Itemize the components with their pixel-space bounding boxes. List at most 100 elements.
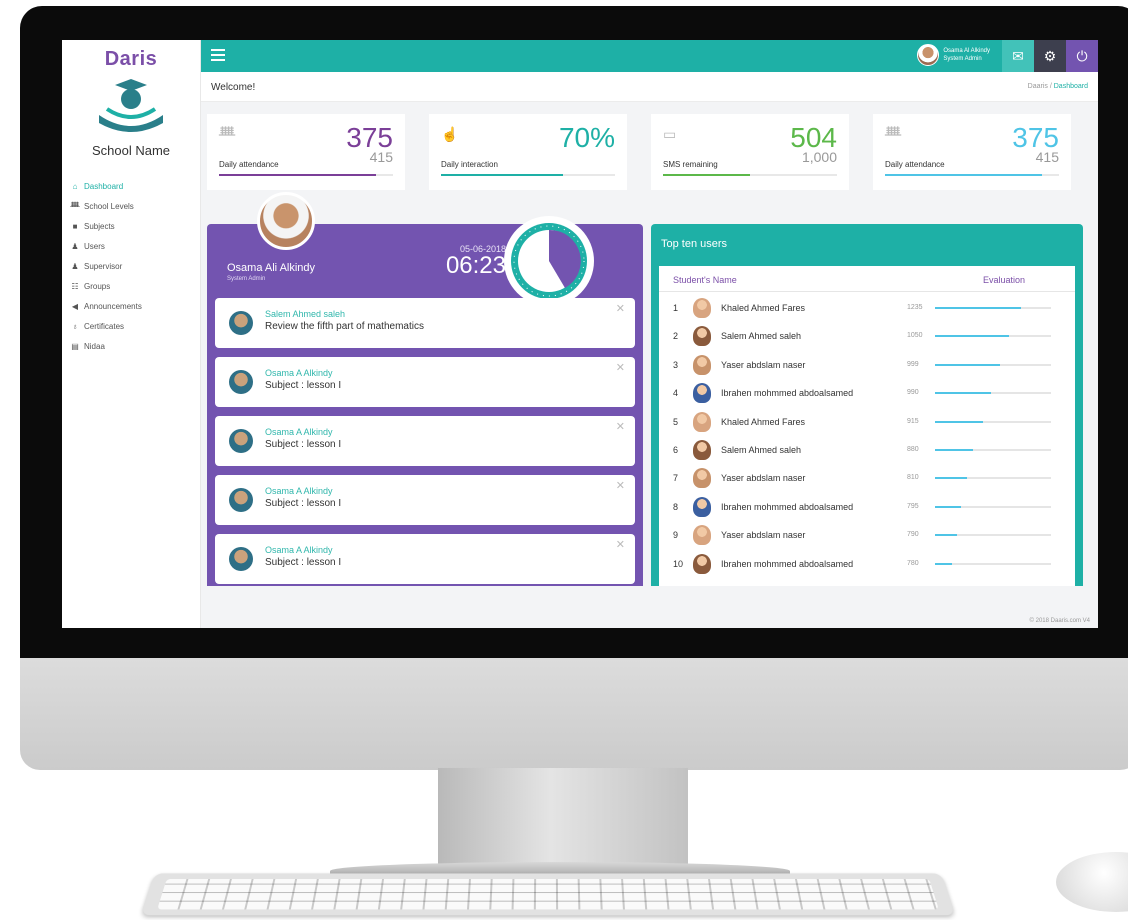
score: 880 bbox=[907, 446, 919, 453]
sidebar-item-certificates[interactable]: ♁ Certificates bbox=[62, 316, 200, 336]
close-icon[interactable]: ✕ bbox=[616, 538, 625, 551]
sidebar-nav: ⌂ Dashboard ᚙ School Levels ■ Subjects ♟ Use… bbox=[62, 176, 200, 356]
message-card[interactable]: Osama A Alkindy Subject : lesson I ✕ bbox=[215, 475, 635, 525]
power-icon[interactable]: ⏻ bbox=[1066, 40, 1098, 72]
message-sender[interactable]: Osama A Alkindy bbox=[265, 368, 333, 378]
message-card[interactable]: Osama A Alkindy Subject : lesson I ✕ bbox=[215, 534, 635, 584]
table-row[interactable]: 5 Khaled Ahmed Fares 915 bbox=[659, 408, 1075, 436]
evaluation-bar bbox=[935, 420, 1051, 423]
stat-progress bbox=[663, 174, 837, 176]
message-sender[interactable]: Salem Ahmed saleh bbox=[265, 309, 345, 319]
stat-label: Daily attendance bbox=[885, 160, 945, 169]
close-icon[interactable]: ✕ bbox=[616, 302, 625, 315]
message-card[interactable]: Osama A Alkindy Subject : lesson I ✕ bbox=[215, 357, 635, 407]
sidebar-item-announcements[interactable]: ◀ Announcements bbox=[62, 296, 200, 316]
stat-value: 504 bbox=[790, 122, 837, 153]
book-icon: ■ bbox=[72, 221, 78, 231]
sidebar-item-groups[interactable]: ☷ Groups bbox=[62, 276, 200, 296]
app-logo[interactable]: Daris bbox=[62, 48, 200, 71]
table-row[interactable]: 10 Ibrahen mohmmed abdoalsamed 780 bbox=[659, 550, 1075, 578]
score: 915 bbox=[907, 417, 919, 425]
table-row[interactable]: 8 Ibrahen mohmmed abdoalsamed 795 bbox=[659, 493, 1075, 521]
message-card[interactable]: Osama A Alkindy Subject : lesson I ✕ bbox=[215, 416, 635, 466]
monitor-stand bbox=[438, 768, 688, 868]
user-menu[interactable]: Osama Al Alkindy System Admin bbox=[917, 44, 990, 66]
people-icon: ᚙ bbox=[885, 126, 902, 142]
student-name: Khaled Ahmed Fares bbox=[721, 416, 806, 427]
avatar bbox=[229, 488, 253, 512]
table-row[interactable]: 9 Yaser abdslam naser 790 bbox=[659, 521, 1075, 549]
breadcrumb-root[interactable]: Daaris bbox=[1028, 83, 1048, 90]
stat-progress bbox=[885, 174, 1059, 176]
evaluation-bar bbox=[935, 363, 1051, 366]
message-text: Subject : lesson I bbox=[265, 557, 342, 568]
top-bar: Osama Al Alkindy System Admin ✉ ⚙ ⏻ bbox=[201, 40, 1098, 72]
message-text: Subject : lesson I bbox=[265, 439, 342, 450]
megaphone-icon: ◀ bbox=[71, 301, 79, 311]
stat-card-sms: ▭ 504 1,000 SMS remaining bbox=[651, 114, 849, 190]
sidebar-item-users[interactable]: ♟ Users bbox=[62, 236, 200, 256]
rank: 9 bbox=[673, 530, 679, 541]
sidebar-item-label: Supervisor bbox=[84, 261, 123, 271]
sidebar-item-label: Groups bbox=[84, 281, 111, 291]
groups-icon: ☷ bbox=[71, 281, 79, 291]
table-row[interactable]: 1 Khaled Ahmed Fares 1235 bbox=[659, 294, 1075, 322]
evaluation-bar bbox=[935, 449, 1051, 451]
score: 790 bbox=[907, 531, 919, 539]
message-text: Review the fifth part of mathematics bbox=[265, 321, 424, 332]
message-sender[interactable]: Osama A Alkindy bbox=[265, 486, 333, 496]
close-icon[interactable]: ✕ bbox=[616, 479, 625, 492]
student-name: Salem Ahmed saleh bbox=[721, 445, 802, 455]
table-row[interactable]: 7 Yaser abdslam naser 810 bbox=[659, 464, 1075, 492]
close-icon[interactable]: ✕ bbox=[616, 420, 625, 433]
message-sender[interactable]: Osama A Alkindy bbox=[265, 545, 333, 555]
sidebar-item-school-levels[interactable]: ᚙ School Levels bbox=[62, 196, 200, 216]
student-name: Yaser abdslam naser bbox=[721, 473, 806, 484]
avatar bbox=[693, 468, 711, 489]
column-header-name: Student's Name bbox=[673, 275, 737, 285]
people-icon: ᚙ bbox=[219, 126, 236, 142]
gear-icon[interactable]: ⚙ bbox=[1034, 40, 1066, 72]
avatar bbox=[693, 411, 711, 432]
close-icon[interactable]: ✕ bbox=[616, 361, 625, 374]
mail-icon[interactable]: ✉ bbox=[1002, 40, 1034, 72]
sidebar-item-dashboard[interactable]: ⌂ Dashboard bbox=[62, 176, 200, 196]
tap-icon: ☝ bbox=[441, 126, 459, 142]
rank: 7 bbox=[673, 473, 679, 484]
sidebar-item-subjects[interactable]: ■ Subjects bbox=[62, 216, 200, 236]
message-text: Subject : lesson I bbox=[265, 380, 342, 391]
breadcrumb-current: Dashboard bbox=[1053, 83, 1088, 90]
keyboard bbox=[141, 873, 955, 916]
sidebar-item-label: Dashboard bbox=[84, 181, 124, 191]
sidebar-item-supervisor[interactable]: ♟ Supervisor bbox=[62, 256, 200, 276]
avatar bbox=[229, 547, 253, 571]
table-row[interactable]: 6 Salem Ahmed saleh 880 bbox=[659, 436, 1075, 464]
evaluation-bar bbox=[935, 534, 1051, 537]
activity-panel: Osama Ali Alkindy System Admin 05-06-201… bbox=[207, 192, 643, 586]
score: 780 bbox=[907, 559, 919, 567]
avatar bbox=[693, 496, 711, 517]
rank: 6 bbox=[673, 445, 679, 455]
score: 1050 bbox=[907, 332, 923, 340]
rank: 1 bbox=[673, 303, 679, 313]
message-sender[interactable]: Osama A Alkindy bbox=[265, 427, 333, 437]
stat-value: 375 bbox=[1012, 122, 1059, 153]
top-ten-table: Student's Name Evaluation 1 Khaled Ahmed … bbox=[659, 266, 1075, 586]
avatar bbox=[917, 44, 940, 66]
rank: 10 bbox=[673, 558, 684, 569]
stat-label: SMS remaining bbox=[663, 160, 718, 169]
message-card[interactable]: Salem Ahmed saleh Review the fifth part … bbox=[215, 298, 635, 348]
table-row[interactable]: 4 Ibrahen mohmmed abdoalsamed 990 bbox=[659, 379, 1075, 407]
sidebar-item-nidaa[interactable]: ▤ Nidaa bbox=[62, 336, 200, 356]
table-row[interactable]: 3 Yaser abdslam naser 999 bbox=[659, 351, 1075, 379]
student-name: Ibrahen mohmmed abdoalsamed bbox=[721, 388, 854, 399]
sidebar-item-label: Subjects bbox=[84, 221, 115, 231]
footer-copyright: © 2018 Daaris.com V4 bbox=[1029, 618, 1090, 624]
avatar bbox=[693, 298, 711, 318]
table-row[interactable]: 2 Salem Ahmed saleh 1050 bbox=[659, 322, 1075, 350]
sidebar-item-label: School Levels bbox=[84, 201, 134, 211]
message-text: Subject : lesson I bbox=[265, 498, 342, 509]
rank: 5 bbox=[673, 416, 679, 427]
breadcrumb: Daaris / Dashboard bbox=[1027, 83, 1088, 90]
menu-icon[interactable] bbox=[211, 49, 225, 61]
